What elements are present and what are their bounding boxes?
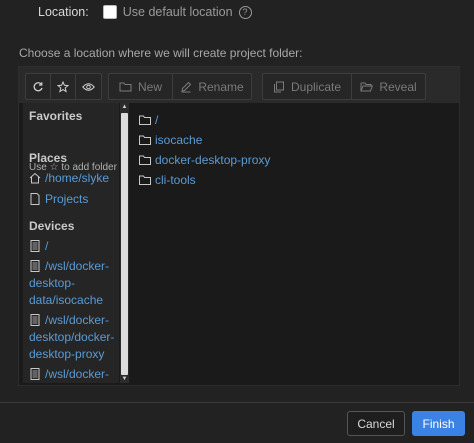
duplicate-label: Duplicate (290, 79, 342, 94)
sidebar-scrollbar[interactable]: ▲ ▼ (120, 103, 129, 383)
refresh-button[interactable] (26, 74, 51, 99)
footer-divider (0, 402, 474, 403)
folder-icon (139, 135, 151, 145)
finish-button[interactable]: Finish (412, 411, 465, 436)
devices-title: Devices (29, 219, 75, 233)
reveal-label: Reveal (379, 79, 417, 94)
sidebar-scroll-thumb[interactable] (121, 113, 128, 375)
folder-icon (139, 155, 151, 165)
document-icon (30, 193, 40, 205)
sidebar-item-label: /wsl/docker- (45, 367, 110, 381)
instruction-text: Choose a location where we will create p… (19, 46, 303, 60)
sidebar-item-device-isocache-cont1: desktop- (29, 276, 76, 290)
refresh-icon (33, 81, 43, 91)
edit-button-group: New Rename (108, 73, 252, 100)
sidebar-item-label: / (45, 239, 49, 253)
folder-item-isocache[interactable]: isocache (139, 133, 202, 147)
folder-item-label: isocache (155, 133, 203, 147)
sidebar-item-label: Projects (45, 192, 89, 206)
pencil-icon (181, 81, 192, 92)
rename-label: Rename (198, 79, 244, 94)
sidebar-item-device-proxy-cont2: desktop-proxy (29, 347, 105, 361)
browser-toolbar: New Rename Duplicate Reveal (19, 67, 459, 103)
folder-icon (139, 115, 151, 125)
drive-icon (30, 240, 40, 252)
cancel-button[interactable]: Cancel (347, 411, 405, 436)
location-label: Location: (38, 5, 89, 19)
folder-item-label: / (155, 113, 159, 127)
drive-icon (30, 314, 40, 326)
view-button-group (25, 73, 102, 100)
use-default-location-checkbox[interactable] (102, 5, 117, 19)
sidebar-item-home[interactable]: /home/slyke (29, 170, 109, 187)
drive-icon (30, 368, 40, 380)
duplicate-icon (273, 81, 284, 92)
scroll-up-arrow-icon[interactable]: ▲ (120, 103, 129, 111)
new-label: New (137, 79, 162, 94)
help-icon[interactable]: ? (238, 5, 252, 19)
drive-icon (30, 260, 40, 272)
use-default-location-label[interactable]: Use default location (123, 5, 233, 19)
scroll-down-arrow-icon[interactable]: ▼ (120, 375, 129, 383)
places-sidebar: Favorites Use ☆ to add folder Places /ho… (23, 103, 119, 383)
duplicate-button[interactable]: Duplicate (263, 74, 352, 99)
sidebar-item-device-isocache-cont2: data/isocache (29, 293, 104, 307)
folder-list: / isocache docker-desktop-proxy cli-tool… (131, 103, 459, 385)
sidebar-item-projects[interactable]: Projects (29, 191, 88, 208)
sidebar-item-device-root[interactable]: / (29, 238, 48, 255)
sidebar-item-device-proxy[interactable]: /wsl/docker- (29, 312, 109, 329)
folder-browser: New Rename Duplicate Reveal Favorites Us… (18, 66, 460, 386)
folder-item-label: cli-tools (155, 173, 196, 187)
sidebar-item-device-isocache[interactable]: /wsl/docker- (29, 258, 109, 275)
folder-item-docker-desktop-proxy[interactable]: docker-desktop-proxy (139, 153, 270, 167)
folder-icon (139, 175, 151, 185)
sidebar-item-label: /wsl/docker- (45, 313, 110, 327)
folder-item-cli-tools[interactable]: cli-tools (139, 173, 196, 187)
sidebar-item-device-proxy-cont1: desktop/docker- (29, 330, 115, 344)
folder-open-icon (360, 82, 374, 92)
star-icon (57, 80, 69, 93)
folder-add-icon (119, 82, 132, 92)
sidebar-item-label: /wsl/docker- (45, 259, 110, 273)
rename-button[interactable]: Rename (173, 74, 251, 99)
folder-item-label: docker-desktop-proxy (155, 153, 271, 167)
favorites-title: Favorites (29, 109, 83, 123)
home-icon (29, 172, 41, 184)
new-folder-button[interactable]: New (109, 74, 173, 99)
folder-item-root[interactable]: / (139, 113, 158, 127)
sidebar-item-device-other[interactable]: /wsl/docker- (29, 366, 109, 383)
file-button-group: Duplicate Reveal (262, 73, 426, 100)
eye-icon (82, 82, 95, 91)
favorite-button[interactable] (51, 74, 76, 99)
sidebar-item-label: /home/slyke (45, 171, 110, 185)
places-title: Places (29, 151, 68, 165)
reveal-button[interactable]: Reveal (352, 74, 425, 99)
location-row: Location: Use default location ? (38, 3, 252, 21)
toggle-hidden-button[interactable] (76, 74, 101, 99)
